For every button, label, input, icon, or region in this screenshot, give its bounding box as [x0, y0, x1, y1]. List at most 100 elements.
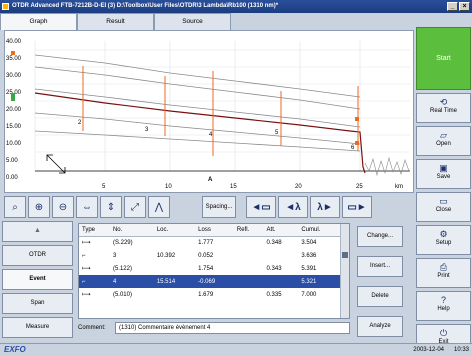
cell-loc — [154, 236, 195, 249]
column-header: Loc. — [153, 224, 196, 237]
expand-arrows-icon[interactable] — [46, 154, 66, 174]
event-label: 6 — [351, 145, 355, 151]
column-header: Att. — [263, 224, 299, 237]
event-type-icon: ⟼ — [82, 266, 91, 272]
zoom-horizontal-button[interactable]: ⇔ — [76, 196, 98, 218]
event-type-icon: ⌐ — [79, 275, 110, 288]
insert-button[interactable]: Insert... — [357, 256, 403, 277]
minimize-button[interactable]: _ — [447, 2, 458, 11]
zoom-in-button[interactable]: ⊕ — [28, 196, 50, 218]
status-time: 10:33 — [453, 347, 469, 353]
folder-close-icon: ▭ — [439, 196, 448, 206]
nav-item-span[interactable]: Span — [2, 293, 73, 314]
cell-no: 3 — [112, 252, 117, 259]
nav-item-event[interactable]: Event — [2, 269, 73, 290]
table-row[interactable]: ⟼ (5.122) 1.754 0.343 5.391 — [79, 262, 341, 275]
cell-loss: 1.679 — [198, 291, 214, 298]
delete-button[interactable]: Delete — [357, 286, 403, 307]
column-header: Cumul. — [298, 224, 341, 237]
tab-graph[interactable]: Graph — [0, 13, 77, 30]
event-type-icon: ⌐ — [82, 252, 86, 259]
zoom-out-icon: ⊖ — [58, 201, 68, 213]
table-row-selected[interactable]: ⌐ 4 15.514 -0.069 5.321 — [79, 275, 341, 288]
cell-loc — [154, 288, 195, 301]
cell-refl — [234, 262, 264, 275]
zoom-tool-button[interactable]: ⌕ — [4, 196, 26, 218]
full-view-button[interactable]: ⋀ — [148, 196, 170, 218]
y-tick: 15.00 — [6, 124, 22, 130]
open-button[interactable]: ▱ Open — [416, 126, 471, 156]
y-tick: 35.00 — [6, 56, 22, 62]
setup-button[interactable]: ⚙ Setup — [416, 225, 471, 255]
cell-att: 0.343 — [266, 265, 282, 272]
otdr-graph[interactable]: 40.00 35.00 30.00 25.00 20.00 15.00 10.0… — [4, 30, 414, 193]
button-label: Real Time — [429, 108, 457, 114]
close-button[interactable]: × — [459, 2, 470, 11]
print-button[interactable]: ⎙ Print — [416, 258, 471, 288]
lambda-prev-button[interactable]: ◄λ — [278, 196, 308, 218]
events-table-container: Type No. Loc. Loss Refl. Att. Cumul. ⟼ (… — [78, 223, 350, 319]
left-nav: ▲ OTDR Event Span Measure — [2, 221, 75, 341]
cell-cumul: 7.000 — [301, 291, 317, 298]
cell-att — [264, 249, 299, 262]
zoom-vertical-icon: ⇕ — [106, 201, 116, 213]
otdr-trace-plot[interactable]: 40.00 35.00 30.00 25.00 20.00 15.00 10.0… — [5, 31, 415, 194]
nav-up-button[interactable]: ▲ — [2, 221, 73, 242]
cell-no: (S.229) — [112, 239, 133, 246]
view-tabs: Graph Result Source — [0, 13, 415, 30]
column-header: Type — [79, 224, 110, 237]
cell-loss: 0.052 — [198, 252, 214, 259]
x-tick: 5 — [102, 184, 106, 190]
next-event-icon: ▭► — [347, 201, 367, 213]
real-time-button[interactable]: ⟲ Real Time — [416, 93, 471, 123]
brand-logo: EXFO — [4, 345, 26, 354]
cell-att — [263, 275, 299, 288]
table-row[interactable]: ⌐ 3 10.392 0.052 3.636 — [79, 249, 341, 262]
event-type-icon: ⟼ — [82, 292, 91, 298]
zoom-vertical-button[interactable]: ⇕ — [100, 196, 122, 218]
help-button[interactable]: ? Help — [416, 291, 471, 321]
save-button[interactable]: ▣ Save — [416, 159, 471, 189]
close-file-button[interactable]: ▭ Close — [416, 192, 471, 222]
tab-result[interactable]: Result — [77, 13, 154, 30]
analyze-button[interactable]: Analyze — [357, 316, 403, 337]
cell-cumul: 5.391 — [301, 265, 317, 272]
zoom-out-button[interactable]: ⊖ — [52, 196, 74, 218]
table-header-row: Type No. Loc. Loss Refl. Att. Cumul. — [79, 224, 341, 237]
prev-event-icon: ◄▭ — [251, 201, 271, 213]
nav-item-measure[interactable]: Measure — [2, 317, 73, 338]
cell-refl — [234, 288, 264, 301]
start-button[interactable]: Start — [416, 27, 471, 90]
comment-field[interactable]: (1310) Commentaire évènement 4 — [115, 322, 350, 334]
column-header: Refl. — [233, 224, 264, 237]
x-tick: 10 — [165, 184, 172, 190]
cell-no: 4 — [109, 275, 154, 288]
button-label: Save — [436, 174, 451, 180]
table-row[interactable]: ⟼ (S.229) 1.777 0.348 3.504 — [79, 236, 341, 249]
cell-loc — [154, 262, 195, 275]
scrollbar-thumb[interactable] — [342, 252, 348, 258]
cell-refl — [234, 236, 264, 249]
button-label: Print — [437, 273, 450, 279]
help-icon: ? — [440, 295, 446, 305]
table-scrollbar[interactable] — [340, 224, 349, 318]
event-type-icon: ⟼ — [82, 240, 91, 247]
event-marker-dot — [11, 51, 15, 55]
y-tick: 30.00 — [6, 73, 22, 79]
table-row[interactable]: ⟼ (5.010) 1.679 0.335 7.000 — [79, 288, 341, 301]
prev-event-button[interactable]: ◄▭ — [246, 196, 276, 218]
nav-item-otdr[interactable]: OTDR — [2, 245, 73, 266]
next-event-button[interactable]: ▭► — [342, 196, 372, 218]
spacing-button[interactable]: Spacing... — [202, 196, 236, 218]
button-label: Close — [435, 207, 452, 213]
change-button[interactable]: Change... — [357, 226, 403, 247]
power-icon: ⏻ — [439, 328, 448, 338]
y-tick: 10.00 — [6, 141, 22, 147]
cell-loss: 1.754 — [198, 265, 214, 272]
y-tick: 40.00 — [6, 39, 22, 45]
zoom-fit-button[interactable]: ⤢ — [124, 196, 146, 218]
tab-source[interactable]: Source — [154, 13, 231, 30]
status-bar: EXFO 2003-12-04 10:33 — [0, 343, 472, 356]
app-icon — [2, 3, 9, 10]
lambda-next-button[interactable]: λ► — [310, 196, 340, 218]
